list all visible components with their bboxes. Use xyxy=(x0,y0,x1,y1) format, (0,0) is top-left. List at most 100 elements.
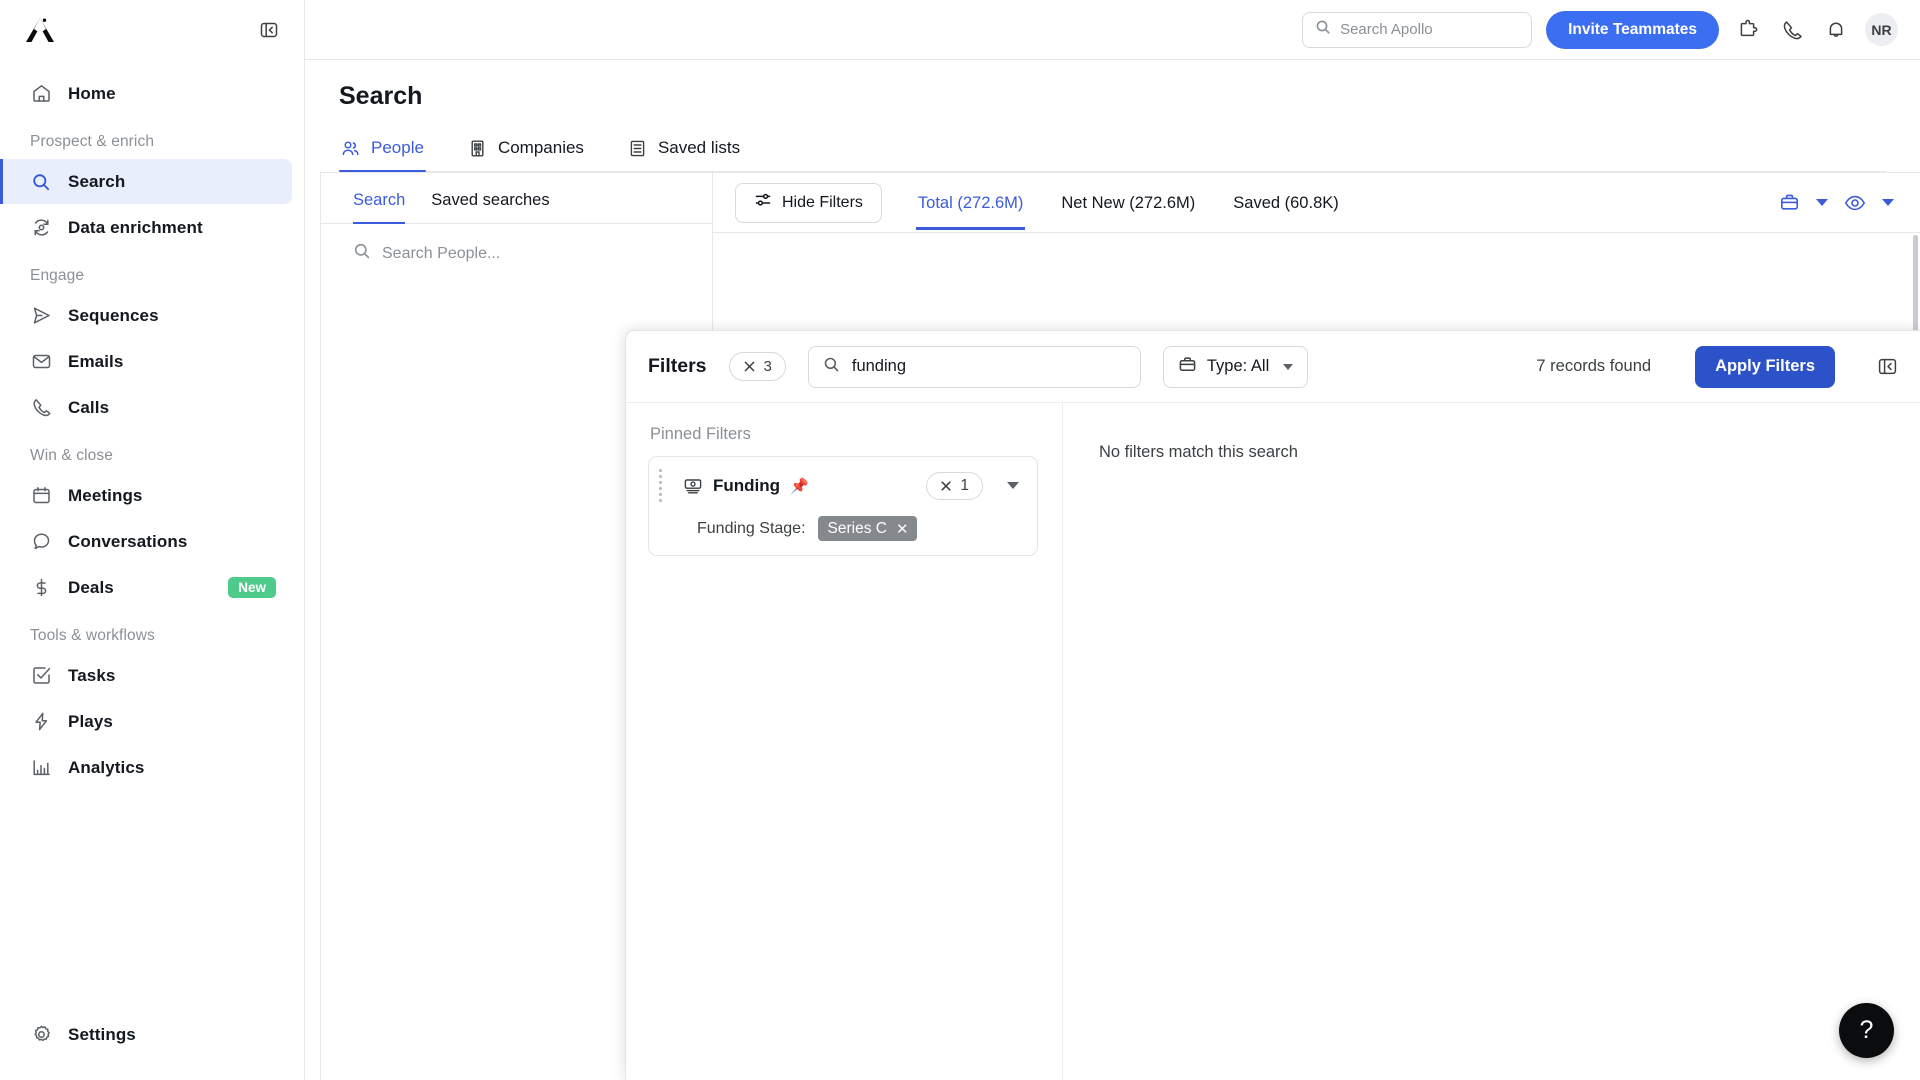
rail-tab-saved-searches[interactable]: Saved searches xyxy=(431,191,549,223)
sidebar-item-sequences[interactable]: Sequences xyxy=(0,293,292,338)
pinned-filter-clear-count[interactable]: 1 xyxy=(926,471,983,500)
chip-label: Series C xyxy=(827,519,887,537)
eye-icon[interactable] xyxy=(1844,192,1866,214)
envelope-icon xyxy=(30,351,52,373)
global-search-input[interactable]: Search Apollo xyxy=(1302,11,1533,48)
sidebar-collapse-button[interactable] xyxy=(256,17,282,43)
invite-teammates-button[interactable]: Invite Teammates xyxy=(1546,10,1719,49)
count-tab-net-new[interactable]: Net New (272.6M) xyxy=(1059,176,1197,230)
bar-chart-icon xyxy=(30,757,52,779)
sidebar-item-analytics[interactable]: Analytics xyxy=(0,745,292,790)
home-icon xyxy=(30,83,52,105)
phone-icon xyxy=(30,397,52,419)
funding-stage-label: Funding Stage: xyxy=(697,519,806,537)
chevron-down-icon[interactable] xyxy=(1882,199,1894,206)
pinned-filter-name: Funding xyxy=(713,475,781,495)
people-search-input[interactable]: Search People... xyxy=(321,224,712,283)
page-tabs: People Companies Saved lists xyxy=(339,133,1886,172)
sidebar-group-label-engage: Engage xyxy=(30,267,85,284)
search-icon xyxy=(1315,19,1331,40)
sidebar-item-label: Home xyxy=(68,83,116,103)
close-icon xyxy=(744,361,754,372)
people-icon xyxy=(341,139,360,158)
apply-filters-button[interactable]: Apply Filters xyxy=(1695,345,1835,388)
sidebar-item-label: Plays xyxy=(68,711,113,731)
sidebar-item-label: Sequences xyxy=(68,305,159,325)
main-content: Search Apollo Invite Teammates NR Search xyxy=(305,0,1920,1080)
sidebar-item-label: Emails xyxy=(68,351,124,371)
page-header: Search People Companies Saved lists xyxy=(305,60,1920,172)
filter-search-input[interactable]: funding xyxy=(807,345,1141,388)
chevron-down-icon[interactable] xyxy=(1816,199,1828,206)
rail-tab-search[interactable]: Search xyxy=(353,191,406,224)
sidebar-item-label: Conversations xyxy=(68,531,188,551)
chevron-down-icon[interactable] xyxy=(1007,482,1019,489)
type-filter-label: Type: All xyxy=(1206,357,1270,375)
people-search-placeholder: Search People... xyxy=(382,244,501,262)
sidebar-item-deals[interactable]: Deals New xyxy=(0,565,292,610)
filters-panel-collapse-button[interactable] xyxy=(1877,356,1898,377)
sidebar-item-data-enrichment[interactable]: Data enrichment xyxy=(0,205,292,250)
global-search-placeholder: Search Apollo xyxy=(1340,21,1433,38)
avatar[interactable]: NR xyxy=(1865,13,1898,46)
close-icon[interactable]: ✕ xyxy=(896,520,909,538)
briefcase-icon xyxy=(1178,355,1197,379)
sliders-icon xyxy=(754,191,772,214)
sidebar-item-conversations[interactable]: Conversations xyxy=(0,519,292,564)
records-found-count: 7 records found xyxy=(1536,357,1652,375)
gear-icon xyxy=(30,1024,52,1046)
sidebar-item-label: Tasks xyxy=(68,665,116,685)
sidebar-item-search[interactable]: Search xyxy=(0,159,292,204)
puzzle-icon[interactable] xyxy=(1733,15,1763,45)
help-button[interactable]: ? xyxy=(1839,1003,1894,1058)
pin-icon[interactable]: 📌 xyxy=(790,477,809,495)
hide-filters-button[interactable]: Hide Filters xyxy=(735,182,882,223)
hide-filters-label: Hide Filters xyxy=(782,193,863,211)
sidebar-group-label-prospect: Prospect & enrich xyxy=(30,133,155,150)
sidebar-item-label: Analytics xyxy=(68,757,145,777)
briefcase-icon[interactable] xyxy=(1779,192,1800,213)
filter-chip-series-c[interactable]: Series C ✕ xyxy=(817,516,917,541)
type-filter-select[interactable]: Type: All xyxy=(1162,345,1309,388)
phone-icon[interactable] xyxy=(1777,15,1807,45)
pinned-filter-count-value: 1 xyxy=(960,476,969,494)
filters-title: Filters xyxy=(648,355,707,377)
sidebar-item-meetings[interactable]: Meetings xyxy=(0,473,292,518)
count-tab-total[interactable]: Total (272.6M) xyxy=(915,176,1026,230)
tab-label: Companies xyxy=(497,138,584,157)
refresh-data-icon xyxy=(30,217,52,239)
count-tab-saved[interactable]: Saved (60.8K) xyxy=(1231,176,1340,230)
clear-filters-button[interactable]: 3 xyxy=(728,352,786,381)
send-icon xyxy=(30,305,52,327)
vertical-scrollbar[interactable] xyxy=(1913,235,1918,335)
filter-search-value: funding xyxy=(851,357,907,375)
sidebar-item-calls[interactable]: Calls xyxy=(0,385,292,430)
search-icon xyxy=(823,356,840,378)
dollar-icon xyxy=(30,577,52,599)
pinned-filter-card-funding: Funding 📌 1 Funding Stage: Series C ✕ xyxy=(648,456,1038,556)
tab-people[interactable]: People xyxy=(339,133,426,172)
tab-companies[interactable]: Companies xyxy=(466,133,586,171)
close-icon xyxy=(941,480,951,491)
chat-bubble-icon xyxy=(30,531,52,553)
sidebar-item-label: Meetings xyxy=(68,485,143,505)
drag-handle-icon[interactable] xyxy=(657,469,669,502)
sidebar-header xyxy=(0,0,304,60)
sidebar-item-home[interactable]: Home xyxy=(0,71,292,116)
sidebar-item-label: Data enrichment xyxy=(68,217,203,237)
tab-saved-lists[interactable]: Saved lists xyxy=(626,133,742,171)
sidebar-item-plays[interactable]: Plays xyxy=(0,699,292,744)
banknote-icon xyxy=(683,476,703,496)
status-badge: New xyxy=(228,577,276,598)
checkbox-icon xyxy=(30,665,52,687)
apollo-logo[interactable] xyxy=(24,15,56,45)
bell-icon[interactable] xyxy=(1821,15,1851,45)
chevron-down-icon xyxy=(1283,363,1294,370)
sidebar-item-label: Settings xyxy=(68,1024,136,1044)
filters-panel-header: Filters 3 funding Type: All 7 records fo… xyxy=(626,331,1920,403)
sidebar-item-label: Search xyxy=(68,171,126,191)
sidebar-item-tasks[interactable]: Tasks xyxy=(0,653,292,698)
sidebar-item-emails[interactable]: Emails xyxy=(0,339,292,384)
sidebar-item-settings[interactable]: Settings xyxy=(0,1012,292,1057)
sidebar-group-label-win-close: Win & close xyxy=(30,447,113,464)
